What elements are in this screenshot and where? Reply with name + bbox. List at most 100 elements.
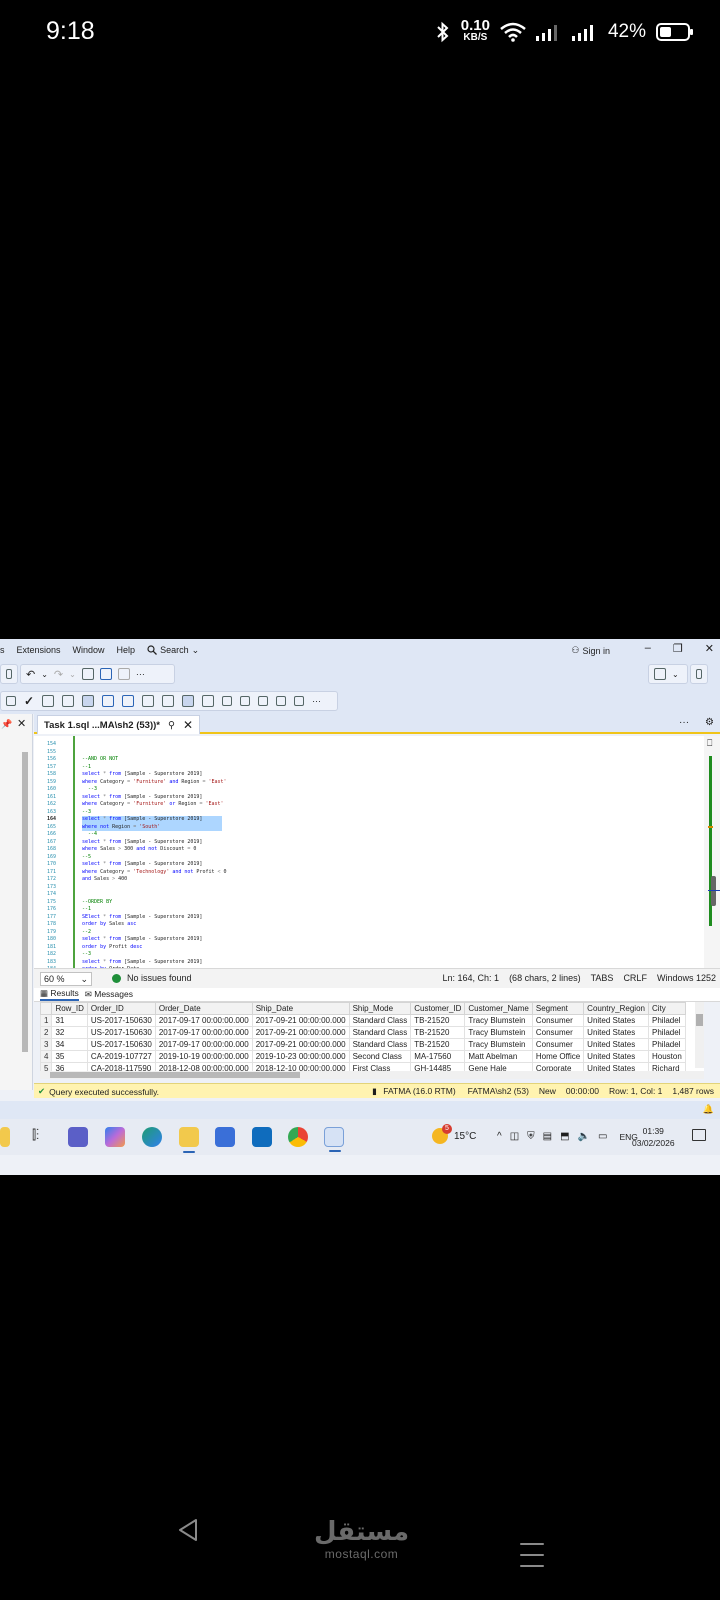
code-line[interactable]: where Sales > 300 and not Discount = 0 xyxy=(82,846,227,854)
redo-dropdown-icon[interactable]: ⌄ xyxy=(69,670,76,679)
display-icon[interactable]: ⬒ xyxy=(560,1131,569,1142)
code-line[interactable]: --5 xyxy=(82,854,227,862)
table-row[interactable]: 1 31 US-2017-150630 2017-09-17 00:00:00.000… xyxy=(40,1014,686,1027)
network-icon[interactable]: ▤ xyxy=(543,1131,552,1142)
table-row[interactable]: 4 35 CA-2019-107727 2019-10-19 00:00:00.000… xyxy=(40,1050,686,1063)
taskbar-clock[interactable]: 01:39 03/02/2026 xyxy=(632,1125,675,1149)
table-cell[interactable]: TB-21520 xyxy=(410,1026,466,1039)
recent-apps-icon[interactable] xyxy=(520,1543,544,1576)
scroll-thumb[interactable] xyxy=(711,876,716,906)
table-cell[interactable]: 2017-09-21 00:00:00.000 xyxy=(251,1038,350,1051)
object-explorer-icon[interactable] xyxy=(117,668,130,680)
table-cell[interactable]: Tracy Blumstein xyxy=(464,1014,533,1027)
copilot-icon[interactable] xyxy=(105,1127,125,1147)
table-cell[interactable]: TB-21520 xyxy=(410,1038,466,1051)
volume-icon[interactable]: 🔈 xyxy=(578,1131,590,1142)
table-cell[interactable]: 2017-09-17 00:00:00.000 xyxy=(154,1014,253,1027)
table-cell[interactable]: 2019-10-23 00:00:00.000 xyxy=(251,1050,350,1063)
bell-icon[interactable]: 🔔 xyxy=(703,1104,714,1115)
zoom-select[interactable]: 60 % ⌄ xyxy=(40,972,92,986)
home-button[interactable]: مستقل mostaql.com xyxy=(314,1519,409,1561)
tab-overflow-icon[interactable]: ··· xyxy=(679,717,689,728)
row-number-cell[interactable]: 3 xyxy=(40,1038,53,1051)
code-line[interactable]: --1 xyxy=(82,906,227,914)
estimated-plan-icon[interactable] xyxy=(42,695,55,707)
table-cell[interactable]: 2017-09-21 00:00:00.000 xyxy=(251,1026,350,1039)
table-cell[interactable]: 32 xyxy=(51,1026,88,1039)
table-cell[interactable]: 2017-09-17 00:00:00.000 xyxy=(154,1026,253,1039)
code-line[interactable]: select * from [Sample - Superstore 2019] xyxy=(82,936,227,944)
column-header[interactable]: City xyxy=(647,1002,686,1015)
table-cell[interactable]: Consumer xyxy=(531,1014,585,1027)
panel-scrollbar[interactable] xyxy=(22,752,28,1052)
table-row[interactable]: 2 32 US-2017-150630 2017-09-17 00:00:00.000… xyxy=(40,1026,686,1039)
results-grid[interactable]: Row_ID Order_ID Order_Date Ship_Date Ship_Mo… xyxy=(40,1002,704,1074)
grid-hscroll-thumb[interactable] xyxy=(50,1072,300,1078)
extensions-dropdown-icon[interactable]: ⌄ xyxy=(672,670,679,679)
column-header[interactable]: Ship_Date xyxy=(251,1002,350,1015)
code-line[interactable]: --3 xyxy=(82,786,227,794)
table-cell[interactable]: United States xyxy=(583,1050,649,1063)
store-icon[interactable] xyxy=(215,1127,235,1147)
properties-icon[interactable] xyxy=(81,668,94,680)
table-cell[interactable]: Tracy Blumstein xyxy=(464,1038,533,1051)
results-grid-icon[interactable] xyxy=(182,695,195,707)
code-line[interactable]: select * from [Sample - Superstore 2019] xyxy=(82,816,222,824)
table-cell[interactable]: Standard Class xyxy=(348,1014,412,1027)
tab-results[interactable]: ▦ Results xyxy=(40,988,79,1001)
code-line[interactable]: select * from [Sample - Superstore 2019] xyxy=(82,861,227,869)
redo-icon[interactable]: ↷ xyxy=(54,668,63,681)
security-icon[interactable]: ⛨ xyxy=(527,1131,535,1142)
results-text-icon[interactable] xyxy=(162,695,175,707)
weather-widget[interactable]: 15°C xyxy=(432,1124,476,1144)
query-tab[interactable]: Task 1.sql ...MA\sh2 (53))* ⚲ ✕ xyxy=(37,715,201,734)
notification-icon[interactable] xyxy=(692,1129,706,1141)
include-plan-icon[interactable] xyxy=(102,695,115,707)
table-cell[interactable]: 2017-09-17 00:00:00.000 xyxy=(154,1038,253,1051)
pin-icon[interactable]: 📌 xyxy=(1,719,12,730)
code-line[interactable]: where Category = 'Furniture' and Region … xyxy=(82,779,227,787)
code-line[interactable] xyxy=(82,884,227,892)
code-line[interactable]: order by Sales asc xyxy=(82,921,227,929)
table-cell[interactable]: Philadel xyxy=(647,1038,686,1051)
grid-scroll-thumb[interactable] xyxy=(696,1014,703,1026)
table-cell[interactable]: 2017-09-21 00:00:00.000 xyxy=(251,1014,350,1027)
code-line[interactable]: where Category = 'Technology' and not Pr… xyxy=(82,869,227,877)
code-line[interactable]: where not Region = 'South' xyxy=(82,823,222,831)
line-ending[interactable]: CRLF xyxy=(623,973,647,983)
split-view-icon[interactable]: ⎕ xyxy=(707,738,712,749)
code-line[interactable]: and Sales > 400 xyxy=(82,876,227,884)
column-header[interactable]: Country_Region xyxy=(583,1002,649,1015)
teams-icon[interactable] xyxy=(68,1127,88,1147)
table-cell[interactable]: 31 xyxy=(51,1014,88,1027)
decrease-indent-icon[interactable] xyxy=(258,696,269,706)
undo-icon[interactable]: ↶ xyxy=(26,668,35,681)
more-options-icon[interactable]: ··· xyxy=(136,669,145,679)
share-icon[interactable] xyxy=(696,669,702,679)
table-cell[interactable]: TB-21520 xyxy=(410,1014,466,1027)
uncomment-icon[interactable] xyxy=(240,696,251,706)
code-area[interactable]: --AND OR NOT --1 select * from [Sample - S… xyxy=(82,741,227,968)
grid-horizontal-scrollbar[interactable] xyxy=(40,1071,704,1079)
code-line[interactable]: where Category = 'Furniture' or Region =… xyxy=(82,801,227,809)
column-header[interactable]: Customer_Name xyxy=(464,1002,533,1015)
table-cell[interactable]: Matt Abelman xyxy=(464,1050,533,1063)
save-all-icon[interactable] xyxy=(6,669,12,679)
table-cell[interactable]: Standard Class xyxy=(348,1026,412,1039)
file-explorer-icon[interactable] xyxy=(179,1127,199,1153)
code-line[interactable]: select * from [Sample - Superstore 2019] xyxy=(82,959,227,967)
table-row[interactable]: 3 34 US-2017-150630 2017-09-17 00:00:00.000… xyxy=(40,1038,686,1051)
query-options-icon[interactable] xyxy=(62,695,75,707)
row-number-cell[interactable]: 2 xyxy=(40,1026,53,1039)
specify-values-icon[interactable] xyxy=(294,696,305,706)
table-cell[interactable]: Second Class xyxy=(348,1050,412,1063)
chrome-icon[interactable] xyxy=(288,1127,308,1147)
table-cell[interactable]: United States xyxy=(583,1038,649,1051)
increase-indent-icon[interactable] xyxy=(276,696,287,706)
indent-mode[interactable]: TABS xyxy=(591,973,614,983)
more-tools-icon[interactable]: ··· xyxy=(312,696,321,706)
close-panel-icon[interactable]: ✕ xyxy=(17,717,26,730)
code-line[interactable] xyxy=(82,741,227,749)
row-number-header[interactable] xyxy=(40,1002,53,1015)
task-view-icon[interactable]: ⫿⁝ xyxy=(32,1127,52,1147)
